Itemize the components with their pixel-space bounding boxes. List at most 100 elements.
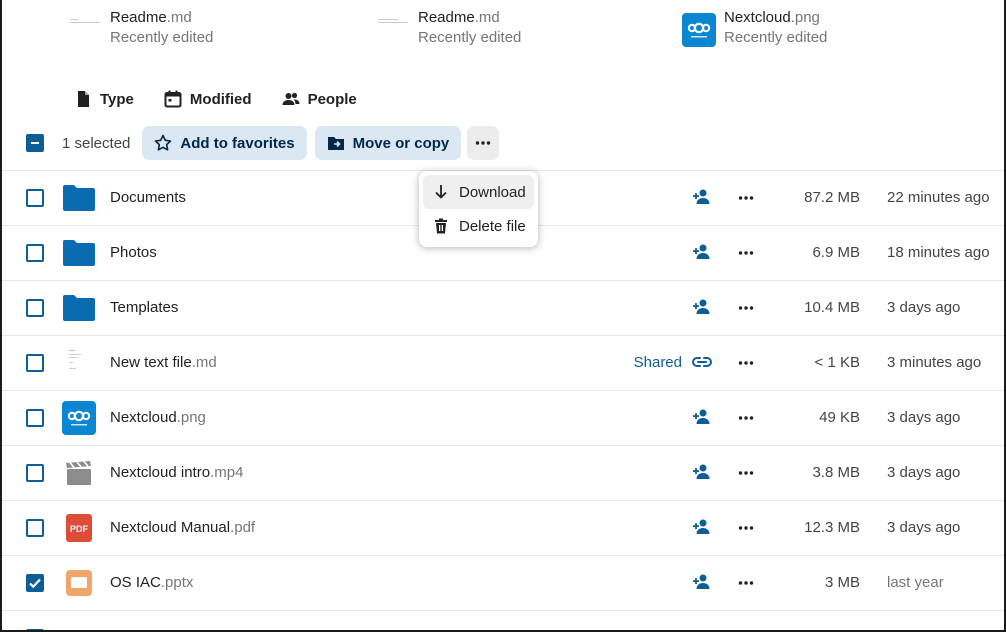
share-button[interactable]	[692, 462, 712, 482]
file-row[interactable]: New text file.md Shared < 1 KB 3 minutes…	[2, 335, 1004, 390]
row-actions-button[interactable]	[737, 301, 755, 315]
share-button[interactable]	[692, 517, 712, 537]
file-row[interactable]: Nextcloud.png 49 KB 3 days ago	[2, 390, 1004, 445]
row-checkbox[interactable]	[26, 299, 44, 317]
recent-file-item[interactable]: Readme.md Recently edited	[68, 8, 213, 54]
file-modified: last year	[887, 574, 944, 591]
calendar-icon	[164, 90, 182, 108]
file-modified: 3 days ago	[887, 409, 961, 426]
file-size: < 1 KB	[814, 354, 860, 371]
type-filter-button[interactable]: Type	[74, 86, 134, 112]
modified-filter-button[interactable]: Modified	[164, 86, 252, 112]
link-icon	[692, 357, 712, 367]
file-row-partial	[2, 610, 1004, 630]
row-checkbox[interactable]	[26, 244, 44, 262]
pdf-icon: PDF	[62, 512, 96, 544]
checkmark-icon	[29, 578, 41, 589]
row-actions-button[interactable]	[737, 356, 755, 370]
move-or-copy-button[interactable]: Move or copy	[314, 126, 462, 160]
row-checkbox[interactable]	[26, 409, 44, 427]
share-user-icon	[693, 244, 710, 259]
shared-link-button[interactable]: Shared	[634, 352, 712, 372]
file-name[interactable]: New text file.md	[110, 354, 217, 371]
row-checkbox[interactable]	[26, 189, 44, 207]
recent-file-status: Recently edited	[724, 29, 828, 46]
file-name[interactable]: OS IAC.pptx	[110, 574, 193, 591]
file-size: 6.9 MB	[812, 244, 860, 261]
share-user-icon	[693, 409, 710, 424]
file-row[interactable]: OS IAC.pptx 3 MB last year	[2, 555, 1004, 610]
recent-file-status: Recently edited	[110, 29, 214, 46]
file-name[interactable]: Nextcloud.png	[110, 409, 206, 426]
file-modified: 3 days ago	[887, 464, 961, 481]
video-icon	[62, 457, 96, 489]
folder-icon	[62, 292, 96, 324]
people-filter-button[interactable]: People	[282, 86, 357, 112]
row-actions-button[interactable]	[737, 246, 755, 260]
share-button[interactable]	[692, 407, 712, 427]
row-actions-button[interactable]	[737, 411, 755, 425]
file-name[interactable]: Nextcloud intro.mp4	[110, 464, 243, 481]
add-to-favorites-button[interactable]: Add to favorites	[142, 126, 307, 160]
selection-count: 1 selected	[62, 134, 131, 152]
file-modified: 3 days ago	[887, 519, 961, 536]
presentation-icon	[62, 567, 96, 599]
dots-horizontal-icon	[738, 471, 754, 475]
row-checkbox[interactable]	[26, 464, 44, 482]
share-button[interactable]	[692, 187, 712, 207]
row-actions-button[interactable]	[737, 466, 755, 480]
recent-file-name: Readme.md	[418, 9, 500, 26]
more-actions-button[interactable]	[467, 126, 500, 160]
minus-icon	[31, 142, 39, 144]
row-actions-button[interactable]	[737, 576, 755, 590]
files-app: Readme.md Recently edited Readme.md Rece…	[0, 0, 1006, 632]
share-button[interactable]	[692, 572, 712, 592]
download-menu-item[interactable]: Download	[423, 175, 534, 209]
share-user-icon	[693, 299, 710, 314]
file-name[interactable]: Nextcloud Manual.pdf	[110, 519, 255, 536]
select-all-checkbox[interactable]	[26, 134, 44, 152]
file-size: 49 KB	[819, 409, 860, 426]
recent-file-item[interactable]: Nextcloud.png Recently edited	[682, 8, 827, 54]
file-row[interactable]: PDF Nextcloud Manual.pdf 12.3 MB 3 days …	[2, 500, 1004, 555]
folder-icon	[62, 182, 96, 214]
file-size: 12.3 MB	[804, 519, 860, 536]
file-modified: 22 minutes ago	[887, 189, 990, 206]
text-file-icon	[62, 346, 96, 380]
share-user-icon	[693, 574, 710, 589]
dots-horizontal-icon	[738, 526, 754, 530]
dots-horizontal-icon	[738, 306, 754, 310]
recent-file-item[interactable]: Readme.md Recently edited	[376, 8, 521, 54]
dots-horizontal-icon	[738, 581, 754, 585]
document-thumbnail-icon	[68, 13, 102, 47]
share-user-icon	[693, 464, 710, 479]
dots-horizontal-icon	[738, 416, 754, 420]
row-actions-button[interactable]	[737, 521, 755, 535]
file-size: 87.2 MB	[804, 189, 860, 206]
dots-horizontal-icon	[738, 196, 754, 200]
file-row[interactable]: Templates 10.4 MB 3 days ago	[2, 280, 1004, 335]
trash-icon	[435, 218, 447, 234]
row-checkbox[interactable]	[26, 574, 44, 592]
file-modified: 3 days ago	[887, 299, 961, 316]
file-name[interactable]: Templates	[110, 299, 178, 316]
share-button[interactable]	[692, 297, 712, 317]
download-arrow-icon	[435, 185, 447, 199]
row-checkbox[interactable]	[26, 519, 44, 537]
delete-file-menu-item[interactable]: Delete file	[423, 209, 534, 243]
file-icon	[78, 91, 89, 107]
row-checkbox[interactable]	[26, 354, 44, 372]
recent-file-name: Readme.md	[110, 9, 192, 26]
file-name[interactable]: Documents	[110, 189, 186, 206]
file-modified: 3 minutes ago	[887, 354, 982, 371]
file-size: 3.8 MB	[812, 464, 860, 481]
folder-icon	[62, 237, 96, 269]
row-actions-button[interactable]	[737, 191, 755, 205]
file-name[interactable]: Photos	[110, 244, 157, 261]
file-size: 3 MB	[824, 574, 860, 591]
folder-move-icon	[327, 137, 344, 150]
document-thumbnail-icon	[376, 13, 410, 47]
dots-horizontal-icon	[738, 361, 754, 365]
share-button[interactable]	[692, 242, 712, 262]
file-row[interactable]: Nextcloud intro.mp4 3.8 MB 3 days ago	[2, 445, 1004, 500]
